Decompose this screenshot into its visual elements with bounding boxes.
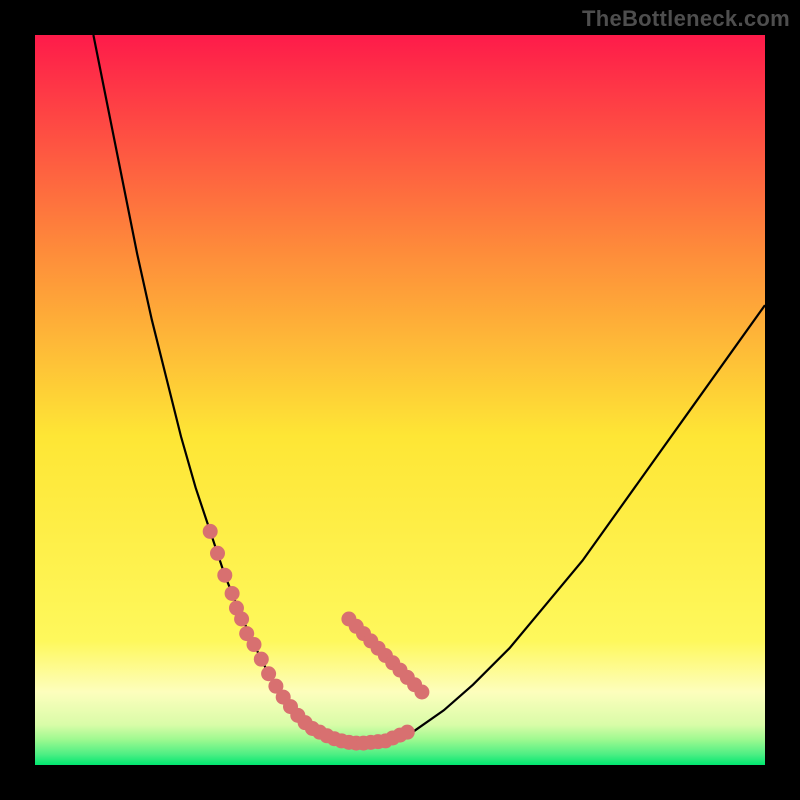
marker-dot	[217, 568, 232, 583]
marker-dot	[254, 652, 269, 667]
marker-dot	[210, 546, 225, 561]
marker-dot	[414, 685, 429, 700]
attribution-label: TheBottleneck.com	[582, 6, 790, 32]
marker-dot	[225, 586, 240, 601]
outer-frame: TheBottleneck.com	[0, 0, 800, 800]
marker-dot	[400, 725, 415, 740]
marker-dot	[247, 637, 262, 652]
gradient-bg	[35, 35, 765, 765]
marker-dot	[234, 612, 249, 627]
plot-area	[35, 35, 765, 765]
marker-dot	[203, 524, 218, 539]
chart-svg	[35, 35, 765, 765]
